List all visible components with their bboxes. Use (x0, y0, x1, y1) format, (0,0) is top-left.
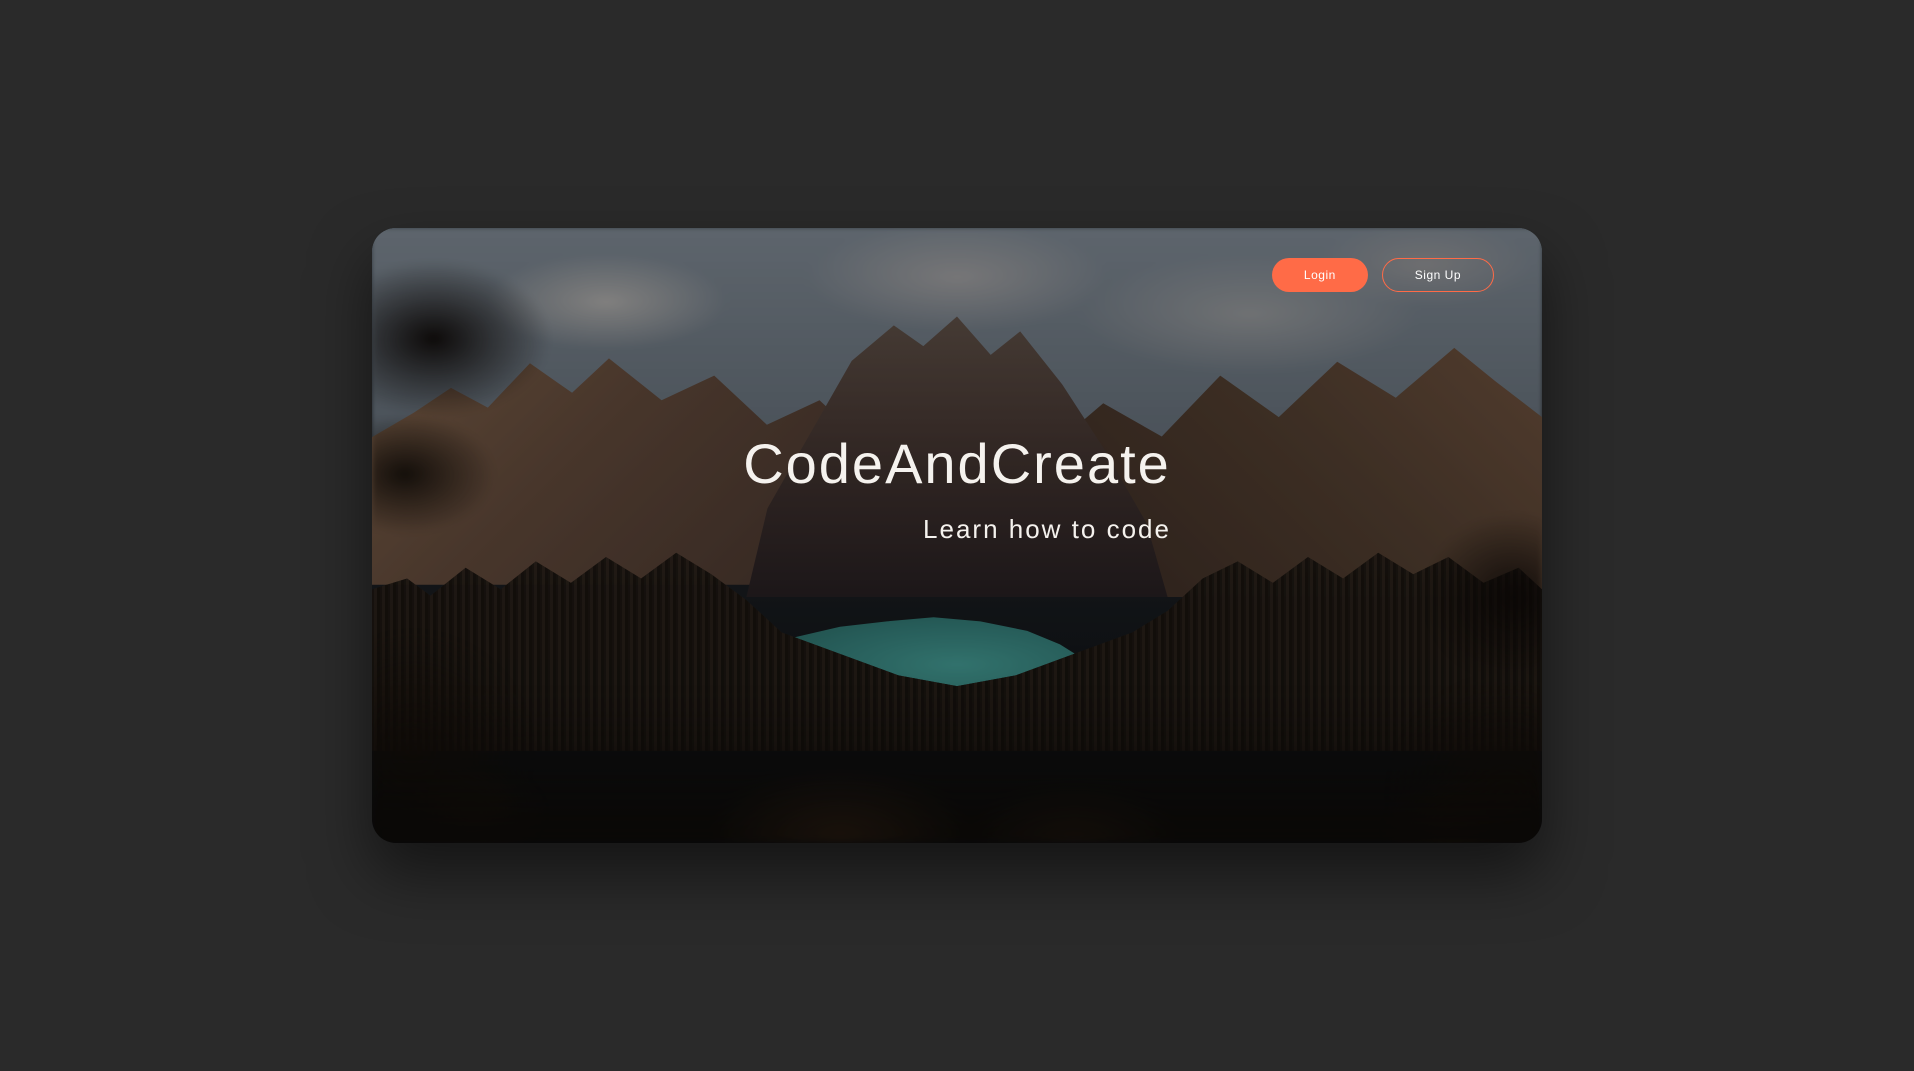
hero-title: CodeAndCreate (372, 431, 1542, 496)
login-button[interactable]: Login (1272, 258, 1368, 292)
hero-text: CodeAndCreate Learn how to code (372, 431, 1542, 545)
hero-card: Login Sign Up CodeAndCreate Learn how to… (372, 228, 1542, 843)
header-actions: Login Sign Up (1272, 258, 1494, 292)
hero-subtitle: Learn how to code (372, 514, 1542, 545)
signup-button[interactable]: Sign Up (1382, 258, 1494, 292)
